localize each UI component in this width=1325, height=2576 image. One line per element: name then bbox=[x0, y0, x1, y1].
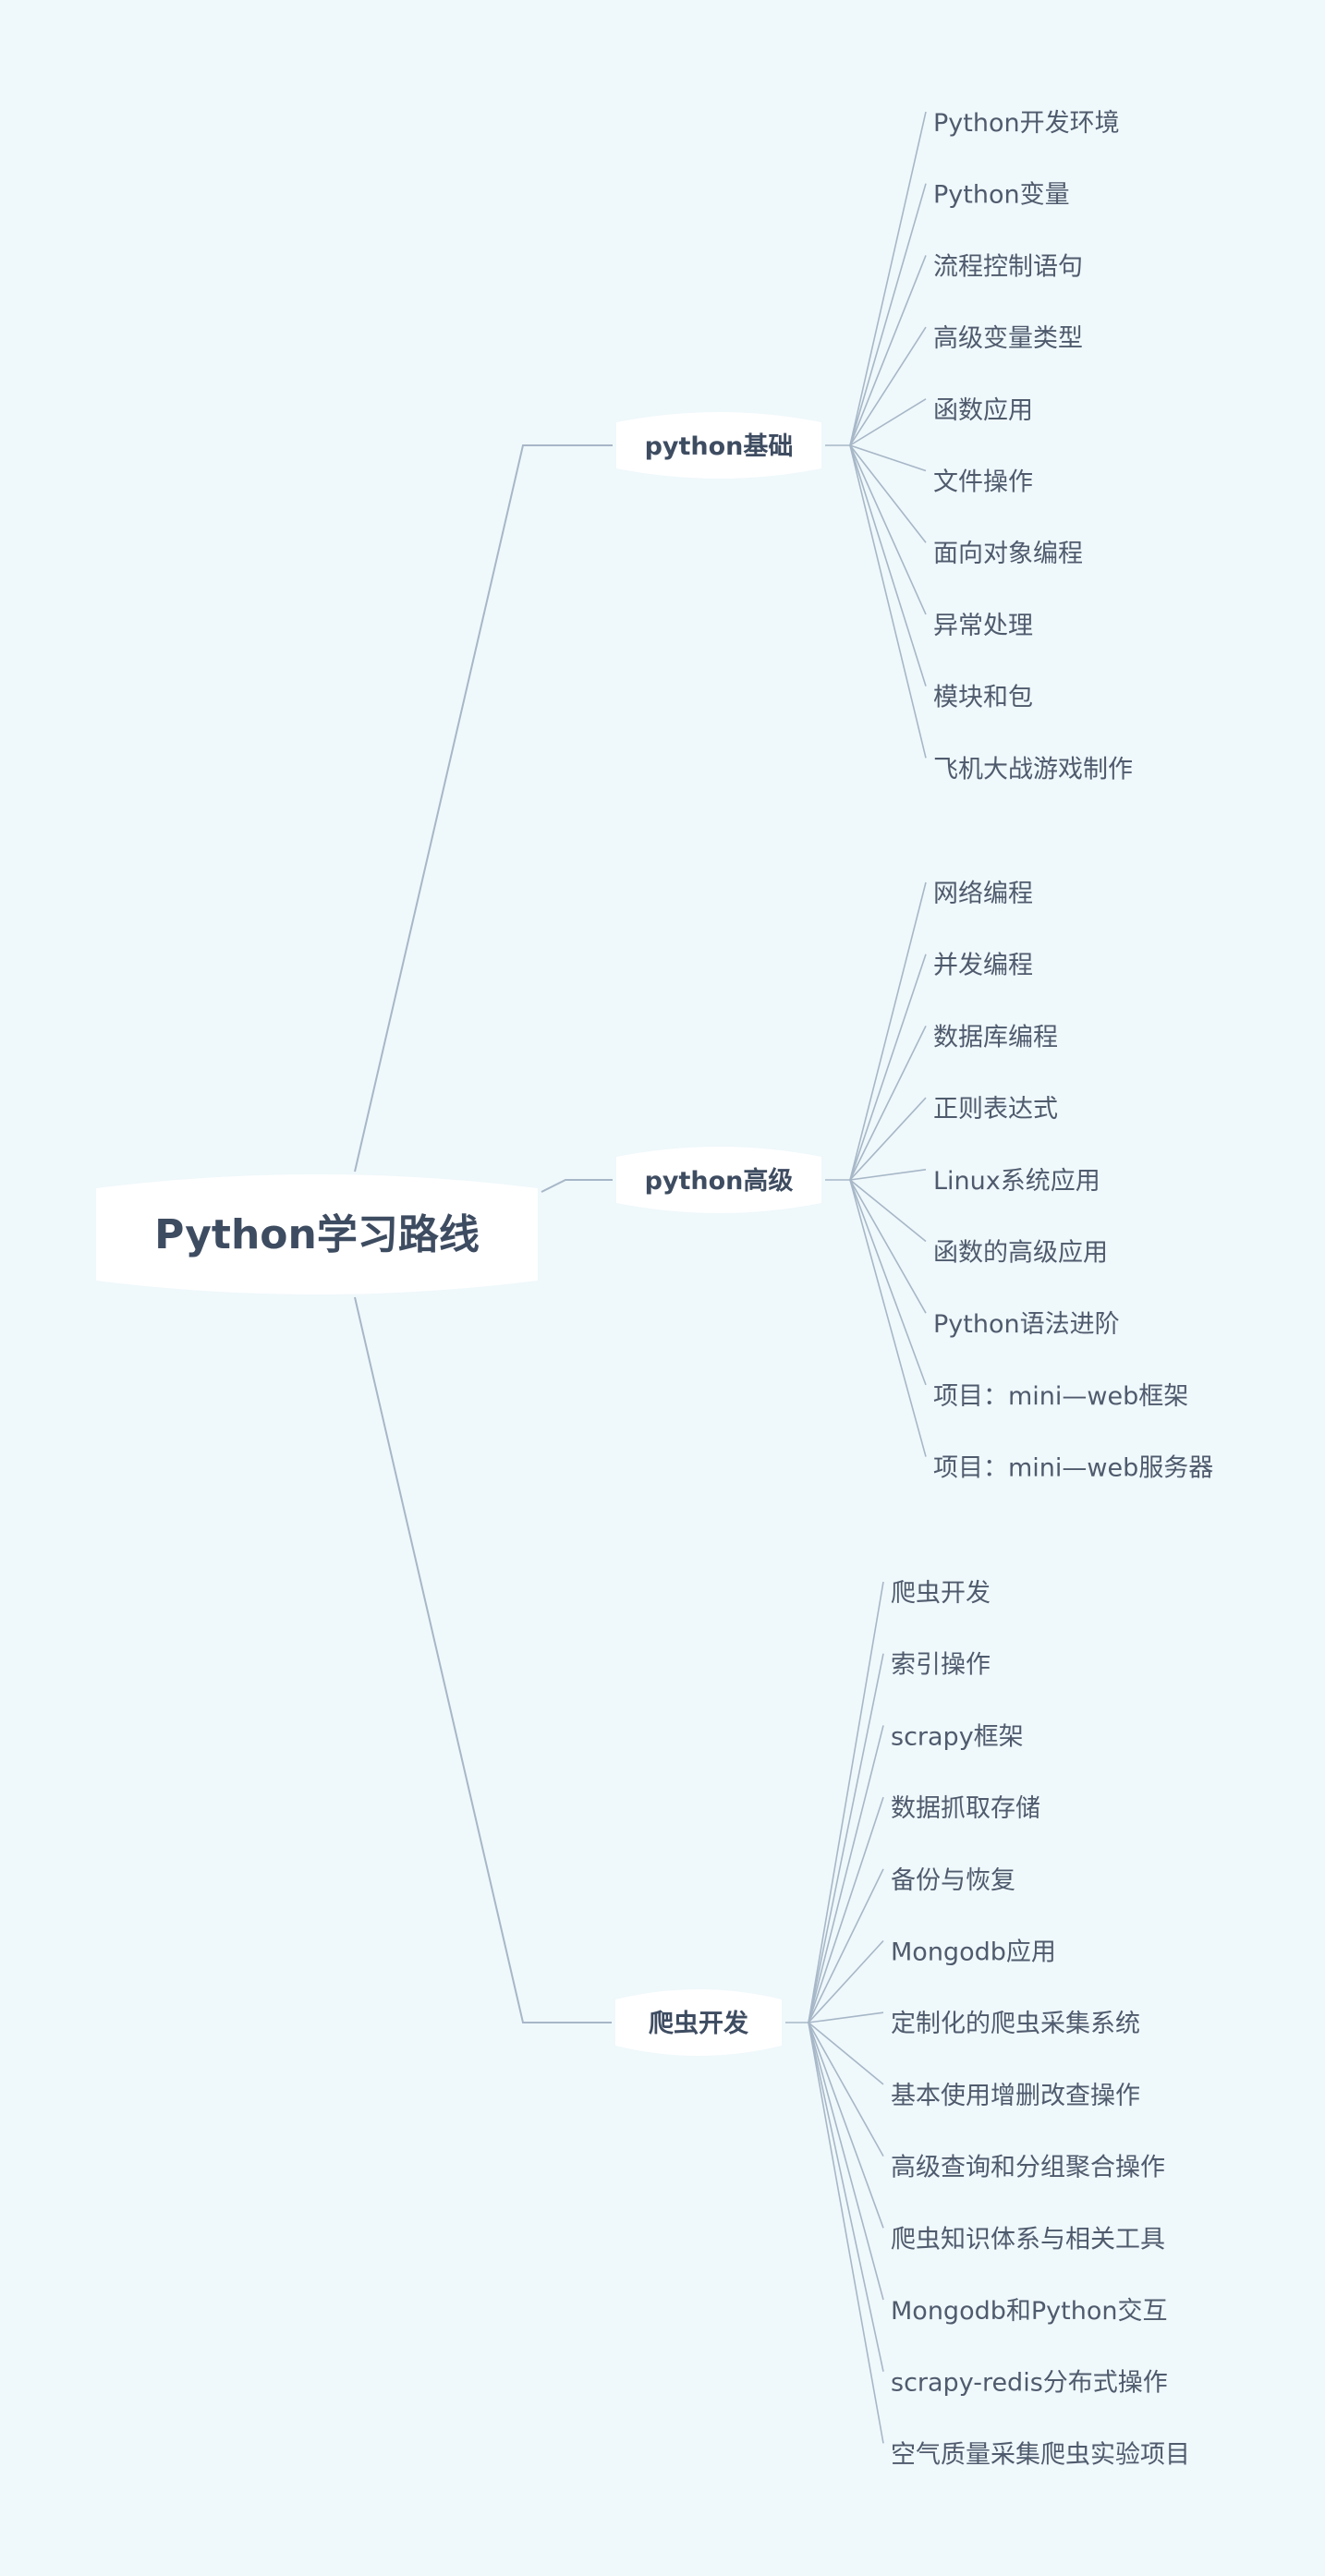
leaf-item-0-7: 异常处理 bbox=[933, 612, 1033, 640]
leaf-item-0-0: Python开发环境 bbox=[933, 109, 1120, 138]
leaf-connector-2-2 bbox=[808, 1725, 884, 2023]
leaf-item-2-10: Mongodb和Python交互 bbox=[891, 2297, 1167, 2326]
leaf-item-0-5: 文件操作 bbox=[933, 468, 1033, 497]
leaf-item-1-2: 数据库编程 bbox=[933, 1023, 1058, 1051]
leaf-item-2-3: 数据抓取存储 bbox=[891, 1794, 1040, 1823]
leaf-connector-1-0 bbox=[849, 881, 927, 1181]
leaf-connector-2-3 bbox=[808, 1796, 884, 2023]
root-title: Python学习路线 bbox=[154, 1211, 480, 1258]
leaf-item-0-1: Python变量 bbox=[933, 181, 1070, 210]
leaf-connector-2-12 bbox=[808, 2022, 884, 2444]
leaf-item-0-4: 函数应用 bbox=[933, 396, 1033, 425]
branch-connector-1 bbox=[541, 1179, 613, 1193]
leaf-item-1-3: 正则表达式 bbox=[933, 1095, 1058, 1124]
leaf-item-2-6: 定制化的爬虫采集系统 bbox=[891, 2010, 1140, 2038]
leaf-connector-1-6 bbox=[849, 1179, 927, 1314]
leaf-item-0-6: 面向对象编程 bbox=[933, 540, 1083, 568]
leaf-item-1-7: 项目：mini—web框架 bbox=[933, 1382, 1188, 1411]
leaf-connector-0-3 bbox=[849, 326, 927, 446]
leaf-item-2-2: scrapy框架 bbox=[891, 1722, 1024, 1751]
nodes: Python学习路线 python基础 Python开发环境 Python变量流程控制… bbox=[96, 109, 1213, 2469]
leaf-item-1-5: 函数的高级应用 bbox=[933, 1239, 1108, 1268]
leaf-item-2-1: 索引操作 bbox=[891, 1651, 991, 1680]
leaf-connector-0-2 bbox=[849, 255, 927, 446]
leaf-item-1-6: Python语法进阶 bbox=[933, 1310, 1120, 1339]
leaf-item-1-8: 项目：mini—web服务器 bbox=[933, 1454, 1213, 1483]
leaf-connector-2-1 bbox=[808, 1653, 884, 2023]
leaf-connector-2-10 bbox=[808, 2022, 884, 2301]
leaf-item-2-7: 基本使用增删改查操作 bbox=[891, 2082, 1140, 2110]
leaf-connector-2-4 bbox=[808, 1868, 884, 2023]
leaf-item-0-2: 流程控制语句 bbox=[933, 252, 1083, 281]
leaf-connector-1-1 bbox=[849, 954, 927, 1181]
branch-label-2: 爬虫开发 bbox=[649, 2009, 748, 2038]
leaf-connector-1-3 bbox=[849, 1097, 927, 1181]
leaf-connector-1-2 bbox=[849, 1026, 927, 1181]
leaf-item-2-9: 爬虫知识体系与相关工具 bbox=[891, 2225, 1165, 2254]
leaf-connector-2-0 bbox=[808, 1581, 884, 2023]
leaf-item-2-12: 空气质量采集爬虫实验项目 bbox=[891, 2440, 1190, 2469]
leaf-connector-2-6 bbox=[808, 2011, 884, 2023]
leaf-item-0-3: 高级变量类型 bbox=[933, 324, 1083, 353]
leaf-connector-0-0 bbox=[849, 111, 927, 446]
leaf-connector-0-5 bbox=[849, 444, 927, 472]
leaf-item-0-8: 模块和包 bbox=[933, 684, 1033, 712]
leaf-item-2-8: 高级查询和分组聚合操作 bbox=[891, 2154, 1165, 2182]
leaf-item-2-5: Mongodb应用 bbox=[891, 1938, 1056, 1967]
leaf-item-1-4: Linux系统应用 bbox=[933, 1167, 1100, 1196]
leaf-connector-1-4 bbox=[849, 1169, 927, 1181]
leaf-item-0-9: 飞机大战游戏制作 bbox=[933, 755, 1133, 784]
leaf-connector-0-8 bbox=[849, 444, 927, 687]
branch-label-1: python高级 bbox=[645, 1166, 794, 1196]
leaf-connector-0-7 bbox=[849, 444, 927, 615]
leaf-item-2-11: scrapy-redis分布式操作 bbox=[891, 2369, 1168, 2398]
leaf-connector-1-8 bbox=[849, 1179, 927, 1457]
branch-label-0: python基础 bbox=[645, 432, 794, 461]
leaf-item-2-4: 备份与恢复 bbox=[891, 1866, 1015, 1895]
leaf-item-2-0: 爬虫开发 bbox=[891, 1579, 991, 1608]
branch-connector-2 bbox=[354, 1296, 612, 2023]
leaf-connector-0-9 bbox=[849, 444, 927, 759]
leaf-item-1-0: 网络编程 bbox=[933, 880, 1033, 908]
leaf-item-1-1: 并发编程 bbox=[933, 952, 1033, 980]
branch-connector-0 bbox=[354, 444, 613, 1173]
mindmap-diagram: Python学习路线 python基础 Python开发环境 Python变量流程控制… bbox=[96, 109, 1213, 2469]
